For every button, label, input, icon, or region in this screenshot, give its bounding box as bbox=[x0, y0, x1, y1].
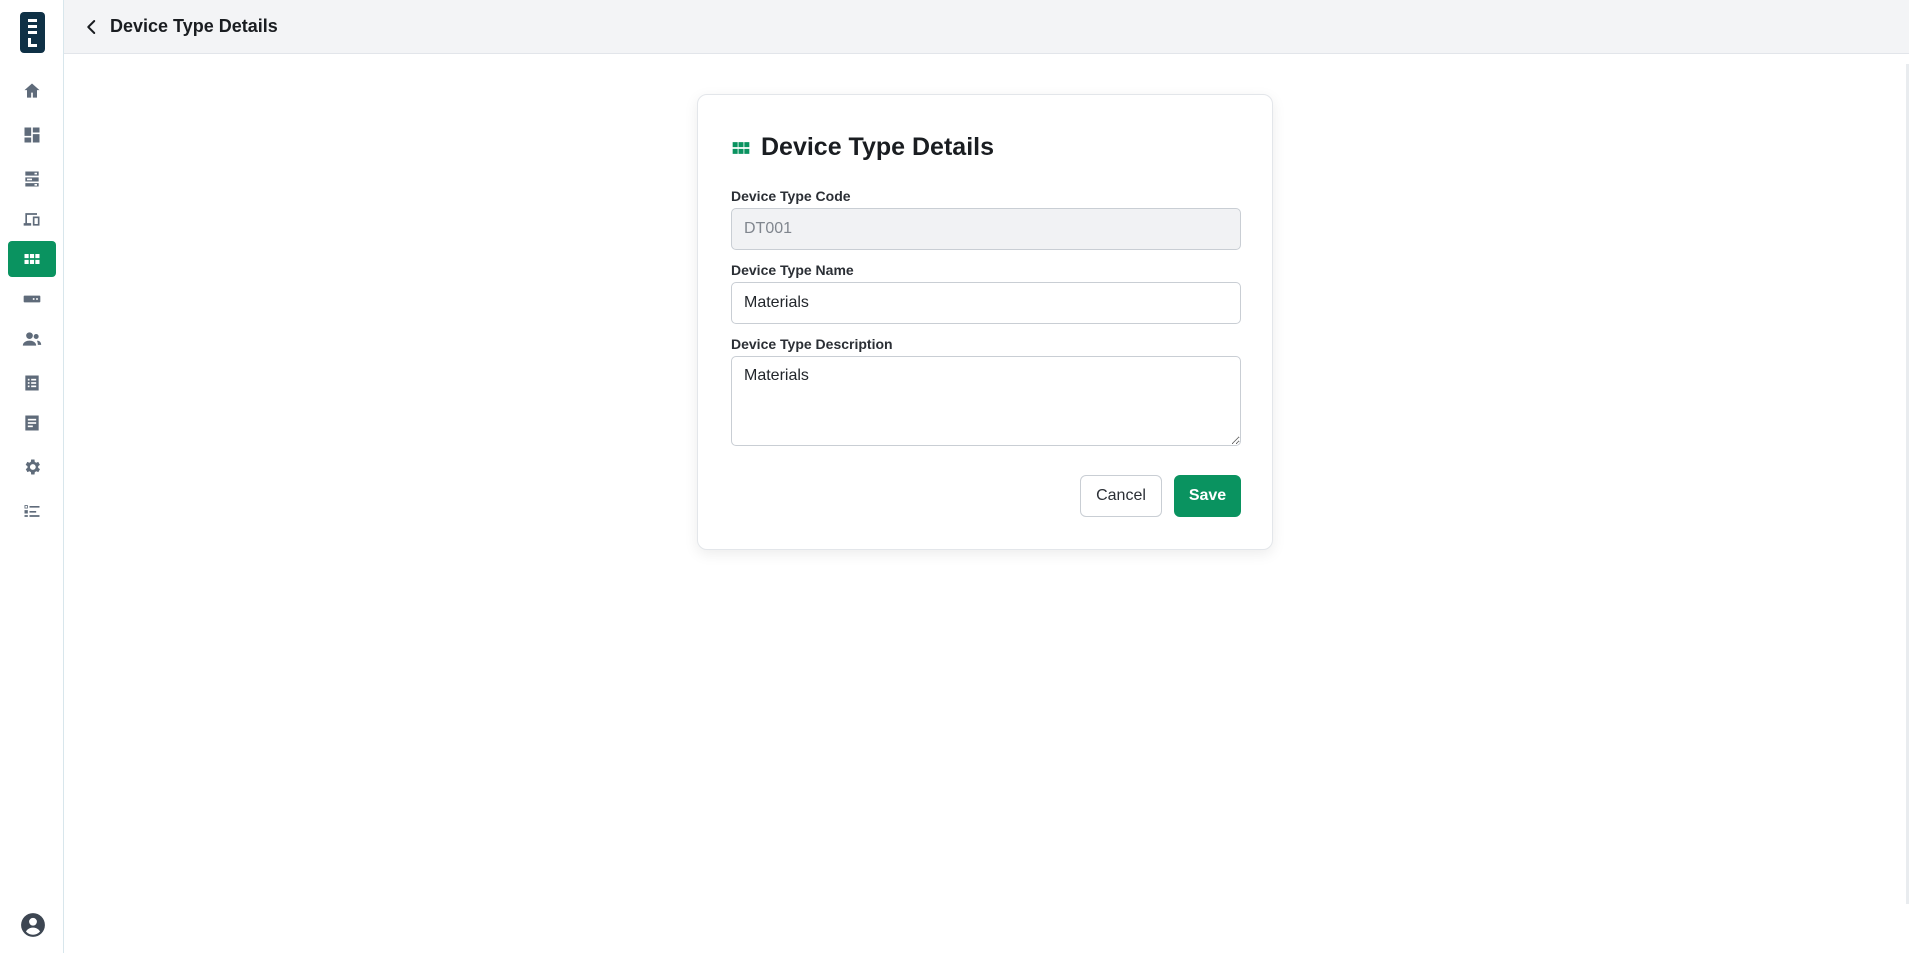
sidebar-item-dashboard[interactable] bbox=[8, 117, 56, 153]
device-type-code-label: Device Type Code bbox=[731, 188, 851, 204]
device-type-name-field[interactable] bbox=[731, 282, 1241, 324]
sidebar-item-home[interactable] bbox=[8, 73, 56, 109]
cancel-button[interactable]: Cancel bbox=[1080, 475, 1162, 517]
sidebar-item-checklist[interactable] bbox=[8, 493, 56, 529]
hardware-icon bbox=[23, 295, 41, 303]
sidebar-item-list[interactable] bbox=[8, 365, 56, 401]
device-type-name-label: Device Type Name bbox=[731, 262, 854, 278]
checklist-icon bbox=[24, 505, 40, 517]
device-type-code-field[interactable] bbox=[731, 208, 1241, 250]
device-type-description-field[interactable]: Materials bbox=[731, 356, 1241, 446]
card-header: Device Type Details bbox=[731, 133, 994, 162]
back-button[interactable] bbox=[80, 15, 104, 39]
sidebar-item-hardware[interactable] bbox=[8, 281, 56, 317]
devices-icon bbox=[23, 213, 40, 226]
account-avatar[interactable] bbox=[20, 912, 46, 938]
device-type-description-label: Device Type Description bbox=[731, 336, 893, 352]
sidebar-item-report[interactable] bbox=[8, 405, 56, 441]
sidebar-item-devices[interactable] bbox=[8, 201, 56, 237]
grid-icon bbox=[732, 141, 750, 154]
device-types-icon bbox=[24, 254, 40, 264]
sidebar bbox=[0, 0, 64, 953]
report-icon bbox=[25, 415, 39, 431]
settings-icon bbox=[25, 459, 40, 475]
account-circle-icon bbox=[21, 913, 45, 937]
storage-icon bbox=[25, 171, 39, 187]
device-type-form-card: Device Type Details Device Type Code Dev… bbox=[697, 94, 1273, 550]
chevron-left-icon bbox=[87, 19, 96, 34]
top-bar: Device Type Details bbox=[64, 0, 1909, 54]
app-logo[interactable] bbox=[20, 12, 45, 53]
sidebar-item-storage[interactable] bbox=[8, 161, 56, 197]
sidebar-item-users[interactable] bbox=[8, 321, 56, 357]
sidebar-item-device-types[interactable] bbox=[8, 241, 56, 277]
home-icon bbox=[24, 83, 40, 98]
card-title: Device Type Details bbox=[761, 133, 994, 161]
dashboard-icon bbox=[24, 127, 40, 143]
sidebar-item-settings[interactable] bbox=[8, 449, 56, 485]
page-title: Device Type Details bbox=[110, 16, 278, 36]
list-icon bbox=[25, 375, 39, 391]
save-button[interactable]: Save bbox=[1174, 475, 1241, 517]
users-icon bbox=[22, 332, 42, 346]
